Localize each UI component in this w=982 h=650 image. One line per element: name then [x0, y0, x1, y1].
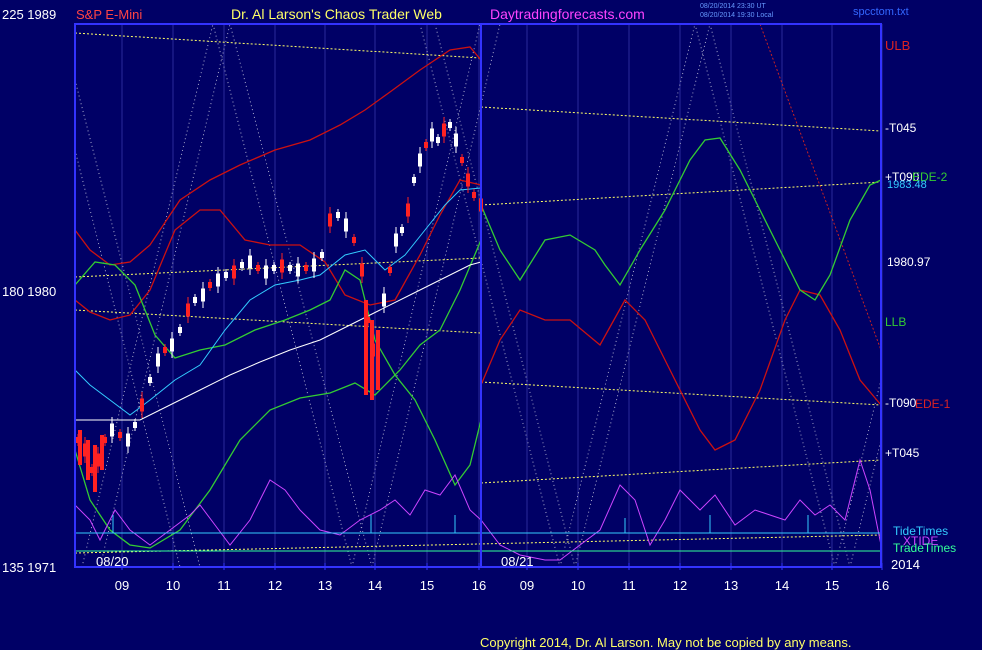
file-name: spcctom.txt [853, 6, 909, 18]
label-ulb: ULB [885, 38, 910, 53]
label-ede1: EDE-1 [915, 397, 951, 411]
site-name: Daytradingforecasts.com [490, 6, 645, 22]
candle-body-56 [472, 192, 476, 198]
candle-body-28 [288, 265, 292, 271]
candle-body-17 [201, 288, 205, 302]
candle-body-34 [336, 212, 340, 218]
candle-body-45 [406, 203, 410, 217]
candle-spike-1 [370, 320, 374, 400]
timestamp-ut: 08/20/2014 23:30 UT [700, 3, 766, 10]
candle-body-25 [264, 265, 268, 279]
candle-early-0 [78, 430, 82, 465]
chart-background [0, 0, 982, 650]
hour-label-6: 15 [420, 578, 434, 593]
candle-body-37 [360, 263, 364, 277]
candle-body-24 [256, 265, 260, 271]
candle-body-51 [442, 123, 446, 137]
label-price-1: 1983.48 [887, 179, 927, 191]
date-left: 08/20 [96, 554, 129, 569]
symbol-label: S&P E-Mini [76, 7, 142, 22]
timestamp-local: 08/20/2014 19:30 Local [700, 12, 774, 19]
label-t090-bot: -T090 [885, 396, 917, 410]
candle-body-27 [280, 259, 284, 273]
candle-body-43 [394, 233, 398, 247]
candle-body-7 [126, 433, 130, 447]
candle-body-5 [110, 423, 114, 437]
hour-label-4: 13 [318, 578, 332, 593]
left-axis-bottom: 135 1971 [2, 560, 56, 575]
candle-body-55 [466, 173, 470, 187]
candle-body-19 [216, 273, 220, 287]
candle-body-23 [248, 255, 252, 269]
candle-early-2 [93, 445, 97, 492]
label-year: 2014 [891, 557, 920, 572]
hour-label-0: 09 [115, 578, 129, 593]
candle-body-20 [224, 272, 228, 278]
candle-body-44 [400, 227, 404, 233]
chart-title: Dr. Al Larson's Chaos Trader Web [231, 6, 442, 22]
label-t045-bot: +T045 [885, 446, 920, 460]
label-llb: LLB [885, 315, 906, 329]
date-right: 08/21 [501, 554, 534, 569]
chart-canvas: 225 1989 S&P E-Mini Dr. Al Larson's Chao… [0, 0, 982, 650]
hour-label-7: 16 [472, 578, 486, 593]
candle-body-35 [344, 218, 348, 232]
candle-body-15 [186, 303, 190, 317]
header-left-values: 225 1989 [2, 7, 56, 22]
candle-body-49 [430, 128, 434, 142]
hour-label-5: 14 [368, 578, 382, 593]
candle-body-13 [170, 338, 174, 352]
hour-label-2: 11 [217, 578, 231, 593]
left-axis-mid: 180 1980 [2, 284, 56, 299]
candle-body-22 [240, 262, 244, 268]
candle-early-1 [86, 440, 90, 480]
candle-body-10 [148, 377, 152, 383]
candle-body-52 [448, 122, 452, 128]
candle-body-42 [388, 267, 392, 273]
candle-body-53 [454, 133, 458, 147]
candle-body-50 [436, 137, 440, 143]
hour-label-11: 12 [673, 578, 687, 593]
hour-label-12: 13 [724, 578, 738, 593]
candle-body-9 [140, 398, 144, 412]
candle-body-41 [382, 293, 386, 307]
candle-body-32 [320, 252, 324, 258]
candle-body-8 [133, 422, 137, 428]
hour-label-15: 16 [875, 578, 889, 593]
hour-label-3: 12 [268, 578, 282, 593]
hour-label-14: 15 [825, 578, 839, 593]
candle-spike-0 [364, 300, 368, 395]
candle-body-29 [296, 263, 300, 277]
label-t045-top: -T045 [885, 121, 917, 135]
candle-body-14 [178, 327, 182, 333]
hour-label-9: 10 [571, 578, 585, 593]
label-tradetimes: TradeTimes [893, 541, 956, 555]
candle-body-6 [118, 432, 122, 438]
candle-body-33 [328, 213, 332, 227]
hour-label-13: 14 [775, 578, 789, 593]
candle-body-54 [460, 157, 464, 163]
candle-body-12 [163, 347, 167, 353]
hour-label-10: 11 [622, 578, 636, 593]
candle-body-48 [424, 142, 428, 148]
hour-label-1: 10 [166, 578, 180, 593]
candle-body-16 [193, 297, 197, 303]
candle-spike-2 [376, 330, 380, 390]
hour-label-8: 09 [520, 578, 534, 593]
candle-body-21 [232, 265, 236, 279]
candle-body-18 [208, 282, 212, 288]
candle-body-36 [352, 237, 356, 243]
candle-body-11 [156, 353, 160, 367]
candle-body-47 [418, 153, 422, 167]
candle-body-30 [304, 265, 308, 271]
label-price-2: 1980.97 [887, 255, 931, 269]
copyright: Copyright 2014, Dr. Al Larson. May not b… [480, 635, 851, 650]
candle-early-3 [100, 435, 104, 470]
candle-body-26 [272, 265, 276, 271]
candle-body-31 [312, 258, 316, 272]
candle-body-46 [412, 177, 416, 183]
